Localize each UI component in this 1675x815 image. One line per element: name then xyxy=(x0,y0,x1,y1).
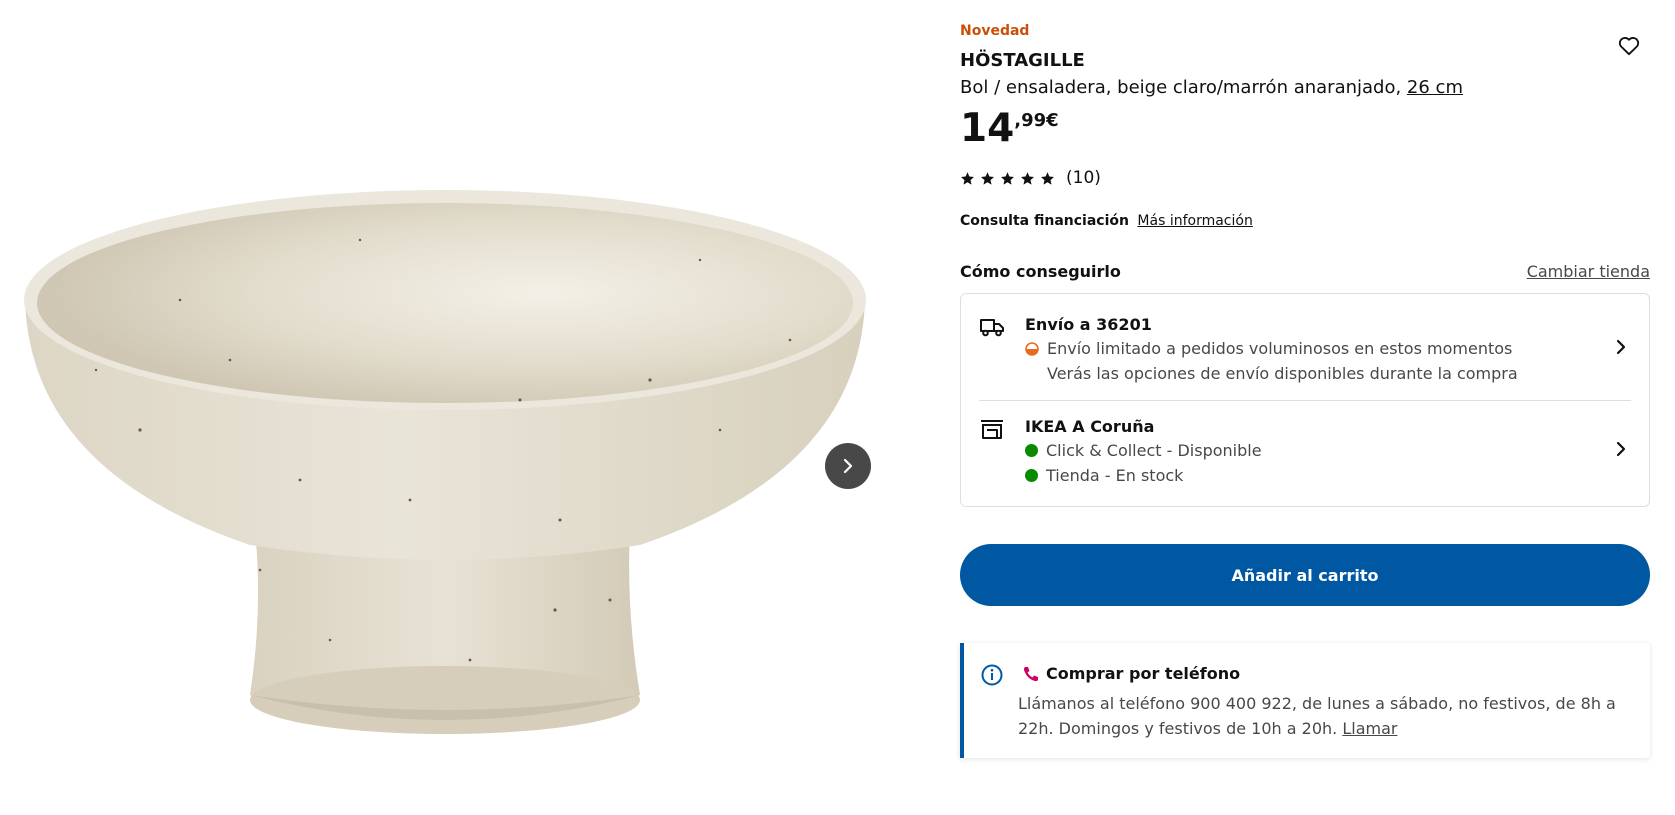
description-text: Bol / ensaladera, beige claro/marrón ana… xyxy=(960,77,1407,98)
star-icon xyxy=(1041,171,1054,185)
star-icon xyxy=(981,171,994,185)
delivery-title: Envío a 36201 xyxy=(1025,315,1152,334)
click-collect-text: Click & Collect - Disponible xyxy=(1046,441,1262,460)
rating-stars xyxy=(960,171,1055,186)
chevron-right-icon xyxy=(843,458,853,474)
new-badge: Novedad xyxy=(960,23,1030,39)
product-description: Bol / ensaladera, beige claro/marrón ana… xyxy=(960,77,1463,98)
info-icon xyxy=(981,664,1003,686)
product-gallery xyxy=(0,0,880,815)
star-icon xyxy=(1001,171,1014,185)
financing-label: Consulta financiación xyxy=(960,213,1129,229)
click-collect-status: Click & Collect - Disponible xyxy=(1025,441,1262,460)
bowl-image xyxy=(24,190,866,734)
favorite-button[interactable] xyxy=(1615,32,1643,60)
next-image-button[interactable] xyxy=(825,443,871,489)
delivery-status-text: Envío limitado a pedidos voluminosos en … xyxy=(1047,339,1513,358)
chevron-right-icon xyxy=(1616,339,1626,355)
star-icon xyxy=(961,171,974,185)
change-store-link[interactable]: Cambiar tienda xyxy=(1527,262,1650,281)
phone-order-box: Comprar por teléfono Llámanos al teléfon… xyxy=(960,643,1650,758)
financing-link[interactable]: Más información xyxy=(1137,213,1252,229)
store-title: IKEA A Coruña xyxy=(1025,417,1155,436)
rating[interactable]: (10) xyxy=(960,168,1101,188)
availability-box: Envío a 36201 Envío limitado a pedidos v… xyxy=(960,293,1650,507)
phone-icon xyxy=(1023,667,1038,682)
star-icon xyxy=(1021,171,1034,185)
availability-title: Cómo conseguirlo xyxy=(960,262,1121,281)
delivery-status: Envío limitado a pedidos voluminosos en … xyxy=(1025,339,1512,358)
available-dot-icon xyxy=(1025,444,1038,457)
add-to-cart-button[interactable]: Añadir al carrito xyxy=(960,544,1650,606)
phone-text-body: Llámanos al teléfono 900 400 922, de lun… xyxy=(1018,694,1616,738)
rating-count: (10) xyxy=(1066,168,1101,188)
delivery-option[interactable]: Envío a 36201 Envío limitado a pedidos v… xyxy=(961,294,1649,400)
chevron-right-icon xyxy=(1616,441,1626,457)
size-link[interactable]: 26 cm xyxy=(1407,77,1463,98)
phone-text: Llámanos al teléfono 900 400 922, de lun… xyxy=(1018,691,1638,741)
limited-status-icon xyxy=(1025,341,1039,356)
call-link[interactable]: Llamar xyxy=(1342,719,1397,738)
heart-icon xyxy=(1618,37,1640,56)
price-decimal: ,99€ xyxy=(1014,110,1059,131)
product-name: HÖSTAGILLE xyxy=(960,50,1085,71)
delivery-note: Verás las opciones de envío disponibles … xyxy=(1047,364,1518,383)
phone-title: Comprar por teléfono xyxy=(1046,664,1241,683)
in-store-text: Tienda - En stock xyxy=(1046,466,1184,485)
truck-icon xyxy=(980,319,1004,337)
store-icon xyxy=(981,420,1003,439)
price: 14 ,99€ xyxy=(960,105,1059,153)
in-store-status: Tienda - En stock xyxy=(1025,466,1183,485)
financing: Consulta financiación Más información xyxy=(960,213,1253,229)
store-option[interactable]: IKEA A Coruña Click & Collect - Disponib… xyxy=(961,401,1649,507)
in-stock-dot-icon xyxy=(1025,469,1038,482)
price-integer: 14 xyxy=(960,106,1015,151)
